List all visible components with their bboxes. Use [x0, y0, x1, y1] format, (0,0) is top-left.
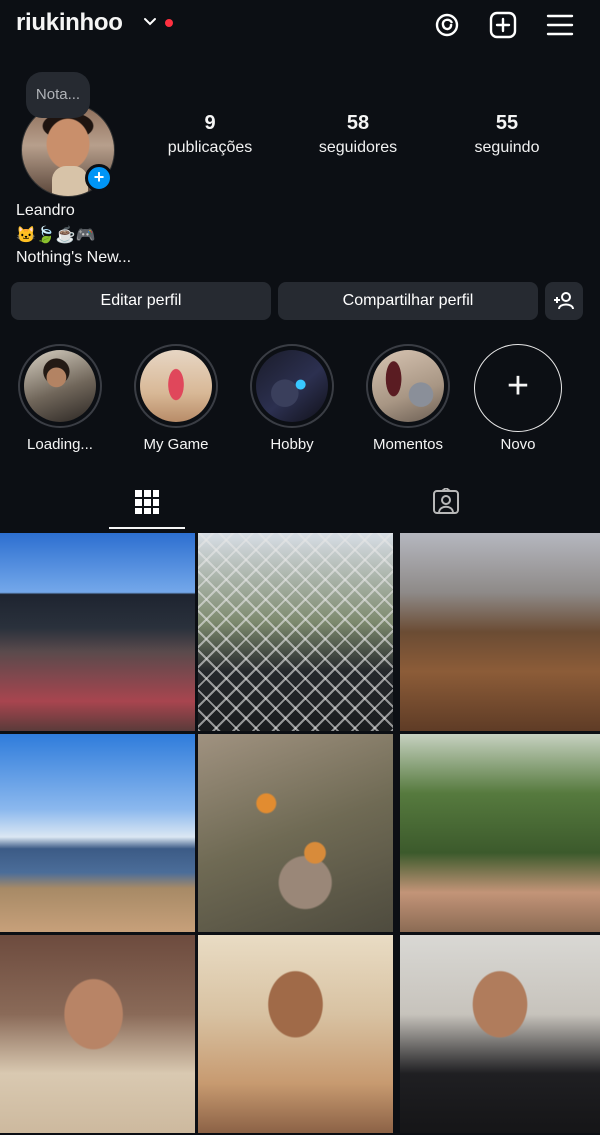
active-tab-indicator [109, 527, 185, 529]
grid-icon [135, 490, 159, 514]
highlight-item[interactable]: My Game [126, 344, 226, 453]
post-thumbnail[interactable] [400, 533, 600, 731]
stat-following-label: seguindo [474, 139, 540, 156]
stat-posts-value: 9 [204, 112, 216, 134]
tab-tagged[interactable] [300, 478, 600, 530]
post-thumbnail[interactable] [400, 734, 600, 932]
highlight-ring [18, 344, 102, 428]
stat-followers[interactable]: 58 seguidores [298, 112, 418, 157]
username-title[interactable]: riukinhoo [16, 9, 123, 37]
plus-icon: + [474, 344, 562, 432]
new-post-icon[interactable] [488, 10, 518, 40]
tab-grid[interactable] [0, 478, 300, 530]
highlight-ring [134, 344, 218, 428]
top-bar: riukinhoo [0, 0, 600, 52]
highlight-ring [366, 344, 450, 428]
discover-people-button[interactable] [545, 282, 583, 320]
edit-profile-button[interactable]: Editar perfil [11, 282, 271, 320]
threads-icon[interactable] [432, 10, 462, 40]
stat-posts-label: publicações [167, 139, 253, 156]
highlight-item[interactable]: Loading... [10, 344, 110, 453]
tagged-icon [433, 488, 459, 514]
post-thumbnail[interactable] [0, 533, 195, 731]
highlight-cover [24, 350, 96, 422]
highlight-item[interactable]: Momentos [358, 344, 458, 453]
post-thumbnail[interactable] [198, 533, 393, 731]
notification-dot [165, 19, 173, 27]
stat-following[interactable]: 55 seguindo [447, 112, 567, 157]
profile-tabs [0, 478, 600, 530]
post-thumbnail[interactable] [0, 734, 195, 932]
menu-icon[interactable] [545, 10, 575, 40]
post-thumbnail[interactable] [0, 935, 195, 1133]
note-bubble[interactable]: Nota... [26, 72, 90, 118]
highlight-cover [256, 350, 328, 422]
highlight-cover [140, 350, 212, 422]
stat-followers-value: 58 [346, 112, 370, 134]
post-thumbnail[interactable] [198, 734, 393, 932]
add-story-icon[interactable]: + [85, 164, 113, 192]
highlight-item[interactable]: Hobby [242, 344, 342, 453]
stat-posts[interactable]: 9 publicações [150, 112, 270, 157]
stat-followers-label: seguidores [318, 139, 398, 156]
highlight-ring [250, 344, 334, 428]
highlight-label: Loading... [27, 436, 93, 453]
profile-name: Leandro [16, 202, 75, 219]
chevron-down-icon[interactable] [142, 14, 158, 30]
highlight-cover [372, 350, 444, 422]
post-thumbnail[interactable] [400, 935, 600, 1133]
share-profile-button[interactable]: Compartilhar perfil [278, 282, 538, 320]
highlight-label: Momentos [372, 436, 444, 453]
bio-emojis: 🐱🍃☕🎮 [16, 227, 96, 244]
highlight-label: Novo [500, 436, 536, 453]
stat-following-value: 55 [495, 112, 519, 134]
post-thumbnail[interactable] [198, 935, 393, 1133]
bio-text[interactable]: Nothing's New... [16, 249, 131, 267]
highlight-label: Hobby [270, 436, 314, 453]
add-person-icon [554, 292, 574, 310]
new-highlight-button[interactable]: + Novo [468, 344, 568, 453]
highlight-label: My Game [143, 436, 209, 453]
